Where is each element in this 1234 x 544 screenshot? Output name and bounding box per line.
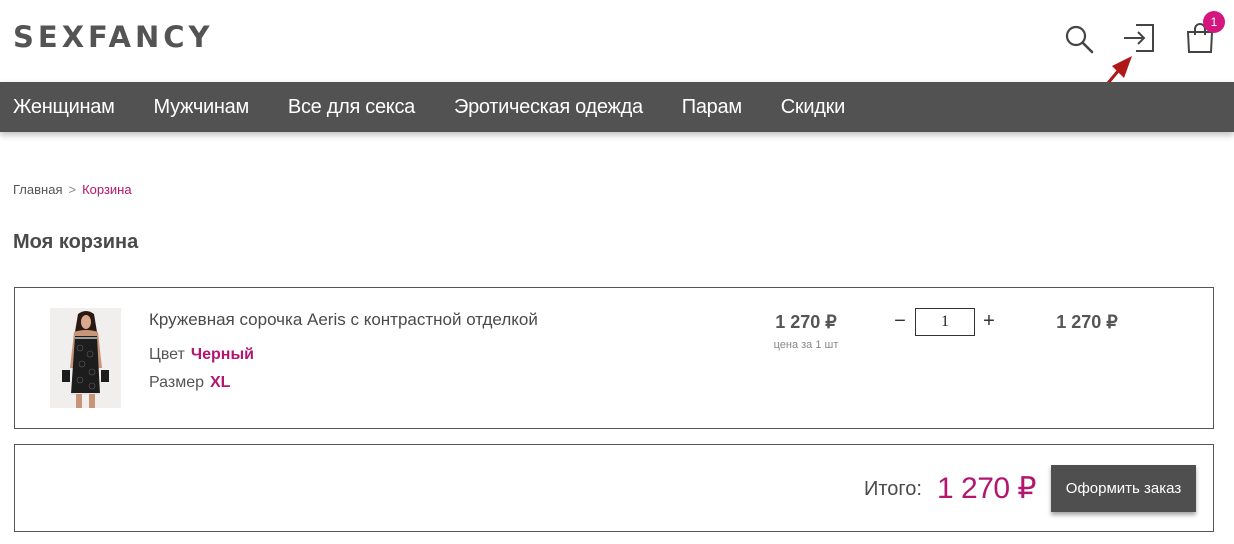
total-label: Итого: xyxy=(864,478,922,500)
nav-item-all-for-sex[interactable]: Все для секса xyxy=(288,82,415,132)
product-size: Размер XL xyxy=(149,374,230,392)
cart-count-badge: 1 xyxy=(1203,11,1225,33)
search-icon[interactable] xyxy=(1064,24,1094,54)
color-label: Цвет xyxy=(149,346,185,363)
checkout-button[interactable]: Оформить заказ xyxy=(1051,465,1196,512)
breadcrumb-current: Корзина xyxy=(82,182,132,197)
product-name-link[interactable]: Кружевная сорочка Aeris с контрастной от… xyxy=(149,310,538,330)
quantity-decrease-button[interactable]: − xyxy=(891,310,909,333)
login-icon[interactable] xyxy=(1122,22,1156,54)
size-label: Размер xyxy=(149,374,204,391)
site-header: SEXFANCY 1 xyxy=(0,0,1234,116)
nav-item-couples[interactable]: Парам xyxy=(682,82,742,132)
breadcrumb-home[interactable]: Главная xyxy=(13,182,62,197)
page-title: Моя корзина xyxy=(13,231,139,253)
nav-item-discounts[interactable]: Скидки xyxy=(781,82,845,132)
product-color: Цвет Черный xyxy=(149,346,254,364)
order-summary: Итого: 1 270 ₽ Оформить заказ xyxy=(14,444,1214,532)
cart-item: Кружевная сорочка Aeris с контрастной от… xyxy=(14,287,1214,429)
site-logo[interactable]: SEXFANCY xyxy=(13,20,214,54)
page: SEXFANCY 1 Женщинам Мужчинам Все для сек… xyxy=(0,0,1234,544)
nav-item-men[interactable]: Мужчинам xyxy=(154,82,250,132)
breadcrumb: Главная > Корзина xyxy=(13,182,132,197)
main-nav: Женщинам Мужчинам Все для секса Эротичес… xyxy=(0,82,1234,132)
quantity-input[interactable] xyxy=(915,308,975,336)
breadcrumb-separator: > xyxy=(68,182,77,197)
total-value: 1 270 ₽ xyxy=(937,472,1037,505)
product-image[interactable] xyxy=(50,308,121,408)
unit-price: 1 270 ₽ xyxy=(775,312,837,332)
line-total-price: 1 270 ₽ xyxy=(1056,312,1118,332)
size-value: XL xyxy=(210,374,231,391)
nav-item-erotic-clothing[interactable]: Эротическая одежда xyxy=(454,82,643,132)
color-value: Черный xyxy=(190,346,254,363)
quantity-increase-button[interactable]: + xyxy=(980,310,998,333)
nav-item-women[interactable]: Женщинам xyxy=(13,82,115,132)
unit-price-note: цена за 1 шт xyxy=(773,339,839,351)
